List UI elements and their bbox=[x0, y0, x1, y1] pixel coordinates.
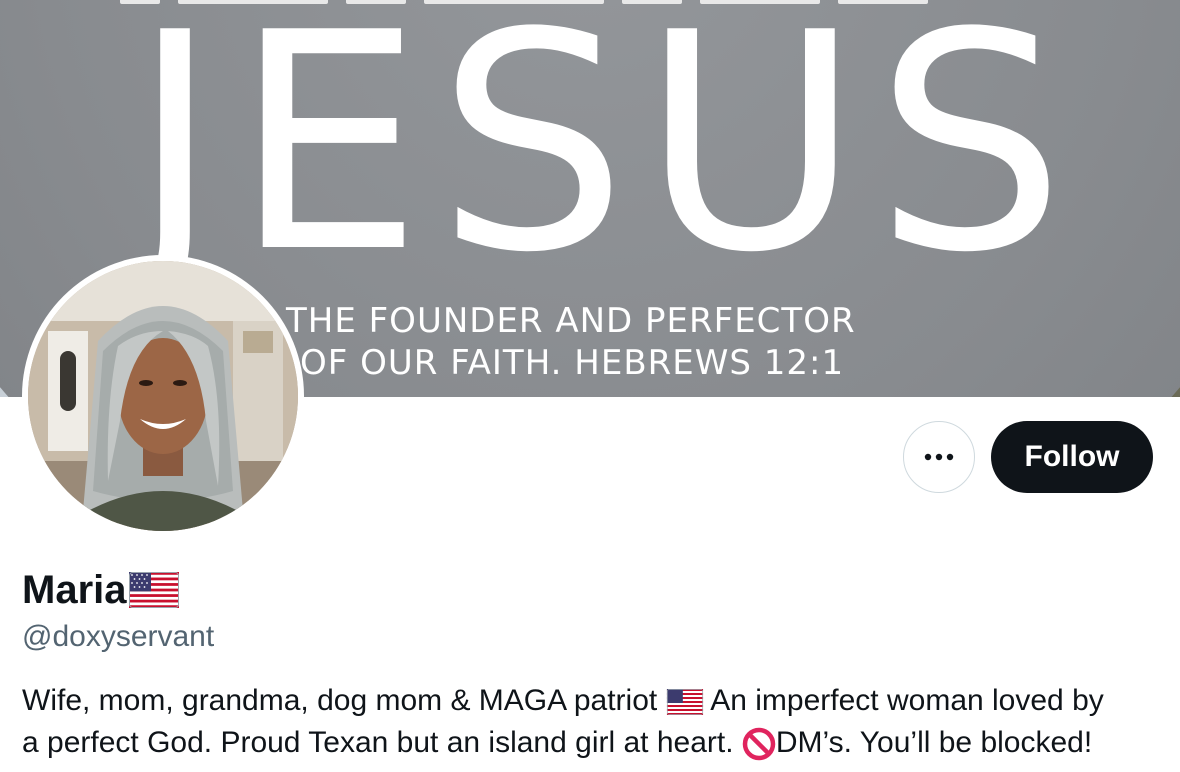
avatar-photo bbox=[28, 261, 298, 531]
user-handle: @doxyservant bbox=[22, 620, 215, 653]
bio-text-2: An imperfect woman loved by bbox=[703, 684, 1104, 717]
profile-page: JESUS THE FOUNDER AND PERFECTOR OF OUR F… bbox=[0, 0, 1180, 772]
display-name: Maria bbox=[22, 566, 179, 614]
banner-subtitle-line2: OF OUR FAITH. HEBREWS 12:1 bbox=[300, 343, 845, 383]
avatar-portrait-icon bbox=[28, 261, 298, 531]
profile-bio: Wife, mom, grandma, dog mom & MAGA patri… bbox=[22, 680, 1172, 764]
us-flag-icon bbox=[128, 572, 179, 608]
banner-subtitle: THE FOUNDER AND PERFECTOR OF OUR FAITH. … bbox=[286, 300, 856, 384]
more-options-button[interactable] bbox=[903, 421, 975, 493]
avatar[interactable] bbox=[22, 255, 304, 537]
bio-line-1: Wife, mom, grandma, dog mom & MAGA patri… bbox=[22, 680, 1172, 722]
banner-title: JESUS bbox=[130, 0, 1080, 318]
display-name-text: Maria bbox=[22, 568, 127, 612]
follow-button[interactable]: Follow bbox=[991, 421, 1153, 493]
bio-line-2: a perfect God. Proud Texan but an island… bbox=[22, 722, 1172, 764]
prohibited-icon bbox=[742, 727, 776, 761]
bio-text-4: DM’s. You’ll be blocked! bbox=[775, 726, 1093, 759]
bio-text-3: a perfect God. Proud Texan but an island… bbox=[22, 726, 742, 759]
banner-subtitle-line1: THE FOUNDER AND PERFECTOR bbox=[286, 301, 856, 341]
more-horizontal-icon bbox=[924, 453, 954, 461]
us-flag-icon bbox=[666, 689, 703, 716]
bio-text-1: Wife, mom, grandma, dog mom & MAGA patri… bbox=[22, 684, 666, 717]
